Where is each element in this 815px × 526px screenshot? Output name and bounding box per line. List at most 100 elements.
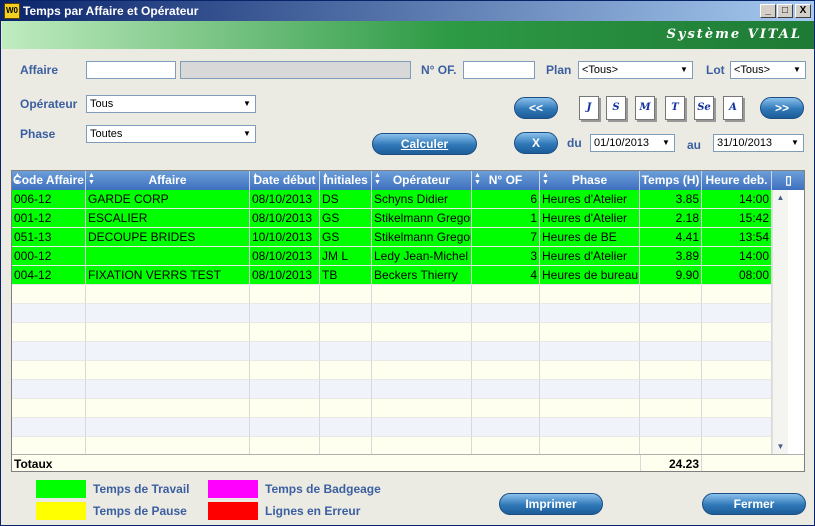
cell-date-debut xyxy=(250,285,320,304)
col-header-phase[interactable]: ▲ ▼ Phase xyxy=(540,171,640,190)
date-to-input[interactable]: 31/10/2013 ▼ xyxy=(713,134,804,152)
cell-affaire: GARDE CORP xyxy=(86,190,250,209)
cell-phase: Heures d'Atelier xyxy=(540,247,640,266)
sort-icon[interactable]: ▲ ▼ xyxy=(374,172,381,186)
imprimer-button[interactable]: Imprimer xyxy=(499,493,603,515)
period-semester-button[interactable]: Se xyxy=(694,96,714,120)
cell-operateur: Beckers Thierry xyxy=(372,266,472,285)
cell-phase: Heures de BE xyxy=(540,228,640,247)
close-button[interactable]: X xyxy=(795,4,811,18)
cell-phase: Heures d'Atelier xyxy=(540,190,640,209)
cell-initiales: TB xyxy=(320,266,372,285)
plan-select-value: <Tous> xyxy=(582,64,619,76)
cell-temps xyxy=(640,323,702,342)
sort-icon[interactable]: ▲ ▼ xyxy=(474,172,481,186)
cell-of xyxy=(472,285,540,304)
phase-label: Phase xyxy=(20,127,56,141)
empty-table-row xyxy=(12,285,772,304)
col-header-code-affaire[interactable]: ▲ ▼ Code Affaire xyxy=(12,171,86,190)
cell-date-debut: 08/10/2013 xyxy=(250,209,320,228)
cell-affaire xyxy=(86,342,250,361)
legend-erreur-swatch xyxy=(208,502,258,520)
lot-select[interactable]: <Tous> ▼ xyxy=(730,61,806,79)
cell-operateur xyxy=(372,342,472,361)
cell-phase xyxy=(540,418,640,437)
period-day-button[interactable]: J xyxy=(579,96,599,120)
cell-date-debut xyxy=(250,323,320,342)
calendar-dropdown-icon[interactable]: ▼ xyxy=(788,136,802,150)
column-chooser-icon[interactable]: ▯ xyxy=(772,171,804,190)
cell-date-debut xyxy=(250,342,320,361)
cell-initiales xyxy=(320,418,372,437)
table-row[interactable]: 001-12 ESCALIER 08/10/2013 GS Stikelmann Gre… xyxy=(12,209,772,228)
affaire-name-field xyxy=(180,61,411,79)
cell-date-debut: 08/10/2013 xyxy=(250,190,320,209)
legend-travail-label: Temps de Travail xyxy=(93,482,190,496)
clear-dates-button[interactable]: X xyxy=(514,132,558,154)
chevron-down-icon[interactable]: ▼ xyxy=(790,63,804,77)
col-header-affaire[interactable]: ▲ ▼ Affaire xyxy=(86,171,250,190)
cell-date-debut: 08/10/2013 xyxy=(250,266,320,285)
period-week-button[interactable]: S xyxy=(606,96,626,120)
cell-phase: Heures de bureau xyxy=(540,266,640,285)
sort-icon[interactable]: ▲ ▼ xyxy=(542,172,549,186)
sort-icon[interactable]: ▲ ▼ xyxy=(88,172,95,186)
period-quarter-button[interactable]: T xyxy=(665,96,685,120)
title-bar: W0 Temps par Affaire et Opérateur _ □ X xyxy=(1,1,814,21)
chevron-down-icon[interactable]: ▼ xyxy=(240,127,254,141)
sort-icon[interactable]: ▲ xyxy=(252,172,259,179)
legend-badgeage-label: Temps de Badgeage xyxy=(265,482,381,496)
col-header-heure-deb[interactable]: Heure deb. xyxy=(702,171,772,190)
cell-of xyxy=(472,304,540,323)
plan-label: Plan xyxy=(546,63,572,77)
cell-temps xyxy=(640,285,702,304)
chevron-down-icon[interactable]: ▼ xyxy=(677,63,691,77)
table-row[interactable]: 006-12 GARDE CORP 08/10/2013 DS Schyns Didie… xyxy=(12,190,772,209)
col-header-of[interactable]: ▲ ▼ N° OF xyxy=(472,171,540,190)
vertical-scrollbar[interactable]: ▲ ▼ xyxy=(772,190,788,454)
col-header-date-debut[interactable]: ▲ Date début xyxy=(250,171,320,190)
affaire-code-input[interactable] xyxy=(86,61,176,79)
col-header-initiales[interactable]: ▲ Initiales xyxy=(320,171,372,190)
cell-operateur: Stikelmann Gregory xyxy=(372,209,472,228)
period-year-button[interactable]: A xyxy=(723,96,743,120)
fermer-button[interactable]: Fermer xyxy=(702,493,806,515)
table-row[interactable]: 051-13 DECOUPE BRIDES 10/10/2013 GS Stikelma… xyxy=(12,228,772,247)
cell-code-affaire xyxy=(12,304,86,323)
next-period-button[interactable]: >> xyxy=(760,97,804,119)
phase-select[interactable]: Toutes ▼ xyxy=(86,125,256,143)
sort-icon[interactable]: ▲ xyxy=(322,172,329,179)
of-input[interactable] xyxy=(463,61,535,79)
sort-icon[interactable]: ▲ ▼ xyxy=(14,172,21,186)
cell-heure-deb xyxy=(702,323,772,342)
date-from-input[interactable]: 01/10/2013 ▼ xyxy=(590,134,675,152)
du-label: du xyxy=(567,136,582,150)
cell-temps xyxy=(640,380,702,399)
cell-heure-deb xyxy=(702,361,772,380)
scroll-down-icon[interactable]: ▼ xyxy=(773,439,788,454)
table-row[interactable]: 004-12 FIXATION VERRS TEST 08/10/2013 TB Bec… xyxy=(12,266,772,285)
col-header-temps[interactable]: Temps (H) xyxy=(640,171,702,190)
operateur-select[interactable]: Tous ▼ xyxy=(86,95,256,113)
cell-of xyxy=(472,418,540,437)
cell-affaire xyxy=(86,247,250,266)
previous-period-button[interactable]: << xyxy=(514,97,558,119)
plan-select[interactable]: <Tous> ▼ xyxy=(578,61,693,79)
scroll-up-icon[interactable]: ▲ xyxy=(773,190,788,205)
cell-initiales: JM L xyxy=(320,247,372,266)
col-header-operateur[interactable]: ▲ ▼ Opérateur xyxy=(372,171,472,190)
calculer-button[interactable]: Calculer xyxy=(372,133,477,155)
empty-table-row xyxy=(12,342,772,361)
cell-heure-deb xyxy=(702,285,772,304)
table-row[interactable]: 000-12 08/10/2013 JM L Ledy Jean-Michel 3 Heu… xyxy=(12,247,772,266)
chevron-down-icon[interactable]: ▼ xyxy=(240,97,254,111)
cell-heure-deb xyxy=(702,418,772,437)
maximize-button[interactable]: □ xyxy=(777,4,793,18)
cell-phase xyxy=(540,323,640,342)
cell-initiales xyxy=(320,304,372,323)
cell-affaire: DECOUPE BRIDES xyxy=(86,228,250,247)
minimize-button[interactable]: _ xyxy=(760,4,776,18)
calendar-dropdown-icon[interactable]: ▼ xyxy=(659,136,673,150)
period-month-button[interactable]: M xyxy=(635,96,655,120)
empty-table-row xyxy=(12,323,772,342)
